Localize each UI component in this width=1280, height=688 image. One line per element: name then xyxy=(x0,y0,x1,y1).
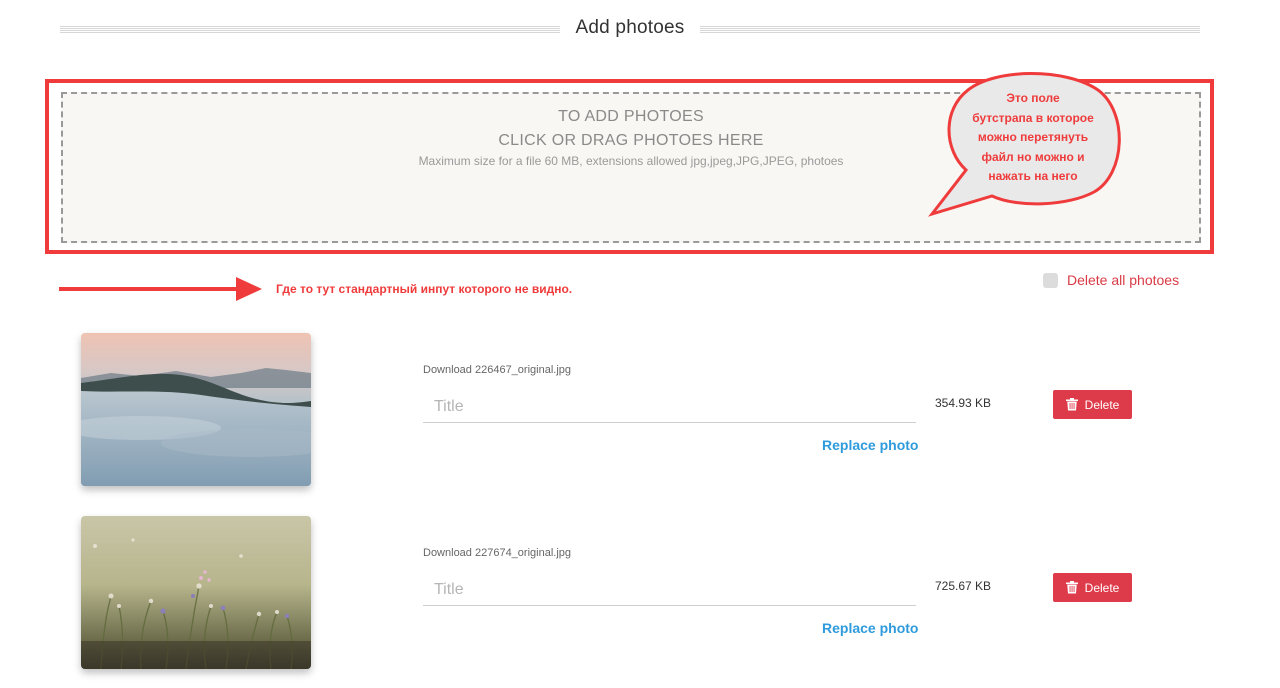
annotation-arrow-text: Где то тут стандартный инпут которого не… xyxy=(276,282,573,296)
delete-photo-button[interactable]: Delete xyxy=(1053,390,1132,419)
annotation-arrow-icon xyxy=(59,277,262,301)
delete-all-toggle[interactable]: Delete all photoes xyxy=(1043,272,1179,288)
photo-row: Download 227674_original.jpg Replace pho… xyxy=(0,516,1280,676)
photo-filename: Download 226467_original.jpg xyxy=(423,364,572,376)
header-divider-right xyxy=(700,25,1200,33)
wildflowers-photo xyxy=(81,516,311,669)
header-divider-left xyxy=(60,25,560,33)
delete-all-checkbox[interactable] xyxy=(1043,272,1058,288)
section-header: Add photoes xyxy=(60,14,1200,44)
photo-filesize: 354.93 KB xyxy=(935,396,992,410)
delete-button-label: Delete xyxy=(1084,580,1120,595)
photo-filesize: 725.67 KB xyxy=(935,579,992,593)
misty-hills-photo xyxy=(81,333,311,486)
replace-photo-link[interactable]: Replace photo xyxy=(822,620,918,636)
trash-icon xyxy=(1065,398,1078,411)
trash-icon xyxy=(1065,581,1078,594)
delete-all-label: Delete all photoes xyxy=(1067,272,1180,288)
delete-button-label: Delete xyxy=(1084,397,1120,412)
photo-title-input[interactable] xyxy=(423,391,916,423)
page-title: Add photoes xyxy=(575,17,685,38)
speech-bubble-text: Это поле бутстрапа в которое можно перет… xyxy=(972,91,1094,183)
annotation-speech-bubble: Это поле бутстрапа в которое можно перет… xyxy=(928,66,1128,218)
photo-thumbnail xyxy=(81,333,311,486)
photo-row: Download 226467_original.jpg Replace pho… xyxy=(0,333,1280,493)
replace-photo-link[interactable]: Replace photo xyxy=(822,437,918,453)
photo-title-input[interactable] xyxy=(423,574,916,606)
delete-photo-button[interactable]: Delete xyxy=(1053,573,1132,602)
photo-thumbnail xyxy=(81,516,311,669)
photo-filename: Download 227674_original.jpg xyxy=(423,547,572,559)
